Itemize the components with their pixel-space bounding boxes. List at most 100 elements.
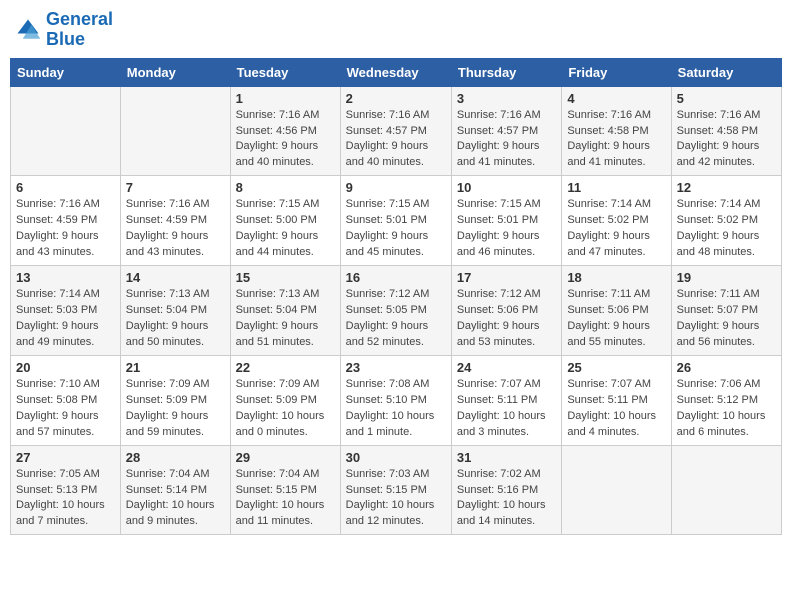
calendar-cell: 24 Sunrise: 7:07 AM Sunset: 5:11 PM Dayli… [451, 355, 561, 445]
day-number: 21 [126, 360, 225, 375]
calendar-cell: 19 Sunrise: 7:11 AM Sunset: 5:07 PM Dayli… [671, 266, 781, 356]
calendar-cell: 16 Sunrise: 7:12 AM Sunset: 5:05 PM Dayli… [340, 266, 451, 356]
day-info: Sunrise: 7:15 AM Sunset: 5:01 PM Dayligh… [346, 197, 446, 261]
calendar-cell: 11Sunrise: 7:14 AM Sunset: 5:02 PM Dayli… [562, 176, 671, 266]
day-number: 2 [346, 91, 446, 106]
day-info: Sunrise: 7:04 AM Sunset: 5:14 PM Dayligh… [126, 467, 225, 531]
day-number: 7 [126, 180, 225, 195]
calendar-cell [11, 86, 121, 176]
day-info: Sunrise: 7:04 AM Sunset: 5:15 PM Dayligh… [236, 467, 335, 531]
calendar-cell: 15 Sunrise: 7:13 AM Sunset: 5:04 PM Dayli… [230, 266, 340, 356]
calendar-week-row: 1Sunrise: 7:16 AM Sunset: 4:56 PM Daylig… [11, 86, 782, 176]
calendar-header-row: SundayMondayTuesdayWednesdayThursdayFrid… [11, 58, 782, 86]
day-number: 3 [457, 91, 556, 106]
day-info: Sunrise: 7:11 AM Sunset: 5:06 PM Dayligh… [567, 287, 665, 351]
day-number: 24 [457, 360, 556, 375]
day-info: Sunrise: 7:14 AM Sunset: 5:03 PM Dayligh… [16, 287, 115, 351]
day-info: Sunrise: 7:15 AM Sunset: 5:01 PM Dayligh… [457, 197, 556, 261]
calendar-cell: 22Sunrise: 7:09 AM Sunset: 5:09 PM Dayli… [230, 355, 340, 445]
day-info: Sunrise: 7:02 AM Sunset: 5:16 PM Dayligh… [457, 467, 556, 531]
calendar-cell: 4 Sunrise: 7:16 AM Sunset: 4:58 PM Daylig… [562, 86, 671, 176]
day-info: Sunrise: 7:13 AM Sunset: 5:04 PM Dayligh… [236, 287, 335, 351]
day-info: Sunrise: 7:05 AM Sunset: 5:13 PM Dayligh… [16, 467, 115, 531]
calendar-cell: 5 Sunrise: 7:16 AM Sunset: 4:58 PM Daylig… [671, 86, 781, 176]
day-number: 23 [346, 360, 446, 375]
day-info: Sunrise: 7:07 AM Sunset: 5:11 PM Dayligh… [457, 377, 556, 441]
calendar-cell: 8 Sunrise: 7:15 AM Sunset: 5:00 PM Daylig… [230, 176, 340, 266]
calendar-cell: 29 Sunrise: 7:04 AM Sunset: 5:15 PM Dayli… [230, 445, 340, 535]
page-header: General Blue [10, 10, 782, 50]
day-number: 13 [16, 270, 115, 285]
calendar-cell [562, 445, 671, 535]
day-number: 28 [126, 450, 225, 465]
day-info: Sunrise: 7:08 AM Sunset: 5:10 PM Dayligh… [346, 377, 446, 441]
calendar-cell: 23 Sunrise: 7:08 AM Sunset: 5:10 PM Dayli… [340, 355, 451, 445]
calendar-cell: 14 Sunrise: 7:13 AM Sunset: 5:04 PM Dayli… [120, 266, 230, 356]
col-header-friday: Friday [562, 58, 671, 86]
calendar-cell: 13 Sunrise: 7:14 AM Sunset: 5:03 PM Dayli… [11, 266, 121, 356]
day-info: Sunrise: 7:16 AM Sunset: 4:58 PM Dayligh… [677, 108, 776, 172]
day-info: Sunrise: 7:15 AM Sunset: 5:00 PM Dayligh… [236, 197, 335, 261]
day-info: Sunrise: 7:11 AM Sunset: 5:07 PM Dayligh… [677, 287, 776, 351]
day-info: Sunrise: 7:03 AM Sunset: 5:15 PM Dayligh… [346, 467, 446, 531]
day-info: Sunrise: 7:13 AM Sunset: 5:04 PM Dayligh… [126, 287, 225, 351]
calendar-week-row: 6Sunrise: 7:16 AM Sunset: 4:59 PM Daylig… [11, 176, 782, 266]
calendar-cell: 20 Sunrise: 7:10 AM Sunset: 5:08 PM Dayli… [11, 355, 121, 445]
day-info: Sunrise: 7:12 AM Sunset: 5:06 PM Dayligh… [457, 287, 556, 351]
day-number: 26 [677, 360, 776, 375]
calendar-cell: 21 Sunrise: 7:09 AM Sunset: 5:09 PM Dayli… [120, 355, 230, 445]
day-number: 9 [346, 180, 446, 195]
calendar-cell: 26 Sunrise: 7:06 AM Sunset: 5:12 PM Dayli… [671, 355, 781, 445]
day-number: 25 [567, 360, 665, 375]
day-info: Sunrise: 7:16 AM Sunset: 4:59 PM Dayligh… [126, 197, 225, 261]
day-number: 14 [126, 270, 225, 285]
day-info: Sunrise: 7:14 AM Sunset: 5:02 PM Dayligh… [567, 197, 665, 261]
calendar-cell: 2 Sunrise: 7:16 AM Sunset: 4:57 PM Daylig… [340, 86, 451, 176]
day-number: 18 [567, 270, 665, 285]
calendar-cell: 7 Sunrise: 7:16 AM Sunset: 4:59 PM Daylig… [120, 176, 230, 266]
day-info: Sunrise: 7:16 AM Sunset: 4:59 PM Dayligh… [16, 197, 115, 261]
calendar-cell: 1Sunrise: 7:16 AM Sunset: 4:56 PM Daylig… [230, 86, 340, 176]
calendar-cell: 28 Sunrise: 7:04 AM Sunset: 5:14 PM Dayli… [120, 445, 230, 535]
day-info: Sunrise: 7:09 AM Sunset: 5:09 PM Dayligh… [126, 377, 225, 441]
calendar-cell: 17 Sunrise: 7:12 AM Sunset: 5:06 PM Dayli… [451, 266, 561, 356]
day-info: Sunrise: 7:09 AM Sunset: 5:09 PM Dayligh… [236, 377, 335, 441]
day-number: 20 [16, 360, 115, 375]
calendar-cell [671, 445, 781, 535]
logo-text: General Blue [46, 10, 113, 50]
day-info: Sunrise: 7:16 AM Sunset: 4:58 PM Dayligh… [567, 108, 665, 172]
calendar-cell: 18 Sunrise: 7:11 AM Sunset: 5:06 PM Dayli… [562, 266, 671, 356]
col-header-monday: Monday [120, 58, 230, 86]
calendar-cell: 6Sunrise: 7:16 AM Sunset: 4:59 PM Daylig… [11, 176, 121, 266]
day-info: Sunrise: 7:12 AM Sunset: 5:05 PM Dayligh… [346, 287, 446, 351]
day-info: Sunrise: 7:06 AM Sunset: 5:12 PM Dayligh… [677, 377, 776, 441]
col-header-saturday: Saturday [671, 58, 781, 86]
day-number: 17 [457, 270, 556, 285]
day-number: 4 [567, 91, 665, 106]
day-number: 31 [457, 450, 556, 465]
logo: General Blue [14, 10, 113, 50]
day-info: Sunrise: 7:14 AM Sunset: 5:02 PM Dayligh… [677, 197, 776, 261]
col-header-sunday: Sunday [11, 58, 121, 86]
day-number: 10 [457, 180, 556, 195]
calendar-cell: 12Sunrise: 7:14 AM Sunset: 5:02 PM Dayli… [671, 176, 781, 266]
col-header-wednesday: Wednesday [340, 58, 451, 86]
day-info: Sunrise: 7:10 AM Sunset: 5:08 PM Dayligh… [16, 377, 115, 441]
logo-icon [14, 16, 42, 44]
calendar-cell: 25 Sunrise: 7:07 AM Sunset: 5:11 PM Dayli… [562, 355, 671, 445]
calendar-week-row: 13 Sunrise: 7:14 AM Sunset: 5:03 PM Dayli… [11, 266, 782, 356]
day-number: 5 [677, 91, 776, 106]
col-header-tuesday: Tuesday [230, 58, 340, 86]
day-number: 15 [236, 270, 335, 285]
day-number: 29 [236, 450, 335, 465]
day-number: 16 [346, 270, 446, 285]
day-number: 19 [677, 270, 776, 285]
day-info: Sunrise: 7:07 AM Sunset: 5:11 PM Dayligh… [567, 377, 665, 441]
calendar-cell: 9 Sunrise: 7:15 AM Sunset: 5:01 PM Daylig… [340, 176, 451, 266]
day-info: Sunrise: 7:16 AM Sunset: 4:56 PM Dayligh… [236, 108, 335, 172]
calendar-cell: 3Sunrise: 7:16 AM Sunset: 4:57 PM Daylig… [451, 86, 561, 176]
calendar-cell [120, 86, 230, 176]
calendar-cell: 10 Sunrise: 7:15 AM Sunset: 5:01 PM Dayli… [451, 176, 561, 266]
day-info: Sunrise: 7:16 AM Sunset: 4:57 PM Dayligh… [346, 108, 446, 172]
day-number: 8 [236, 180, 335, 195]
